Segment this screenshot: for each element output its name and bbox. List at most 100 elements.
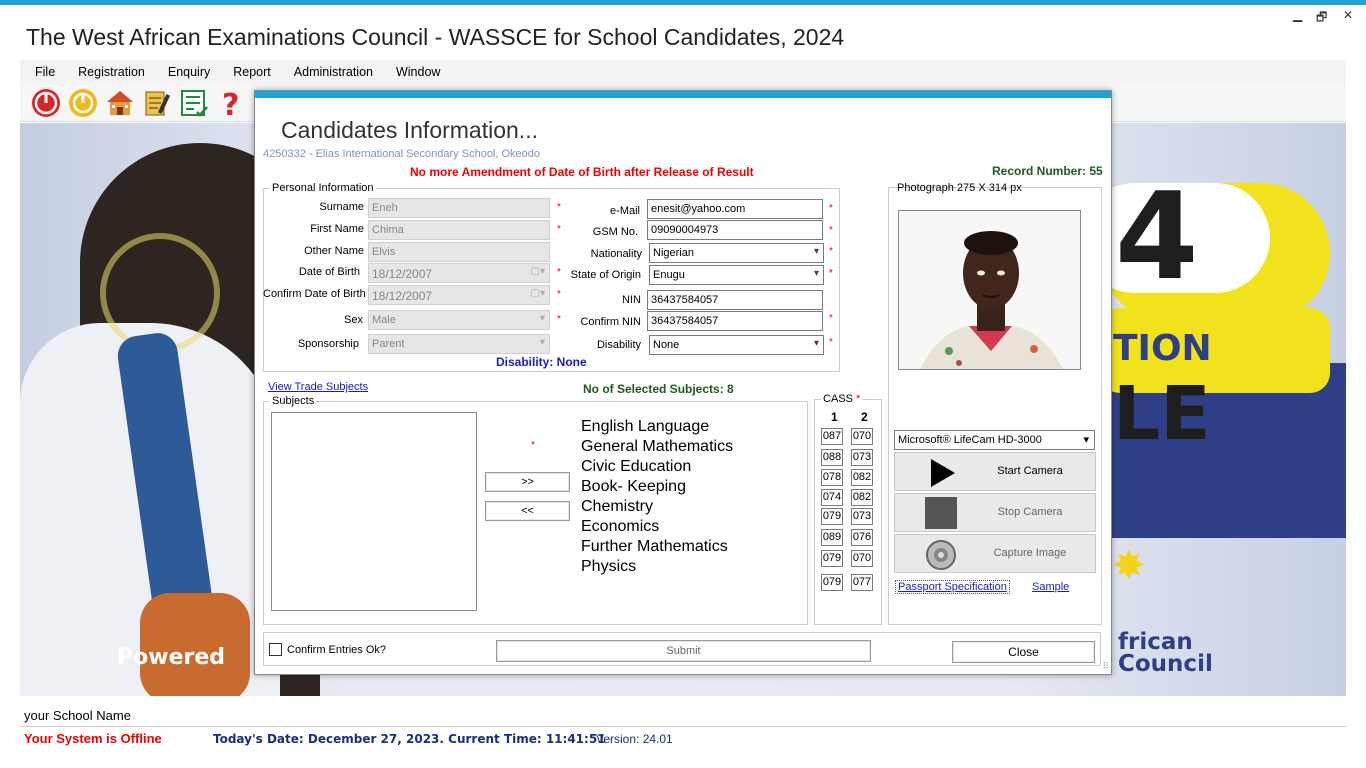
selected-subject[interactable]: English Language [581,417,733,437]
menu-registration[interactable]: Registration [63,65,153,79]
power-icon[interactable] [30,87,62,119]
photograph-label: Photograph 275 X 314 px [897,182,1022,194]
required-marker: * [829,313,833,324]
svg-text:?: ? [222,88,239,118]
start-camera-label: Start Camera [997,465,1063,477]
cass-score-2[interactable]: 077 [851,574,873,591]
confirm-entries[interactable]: Confirm Entries Ok? [269,643,386,656]
surname-field[interactable]: Eneh [368,198,550,218]
required-marker: * [531,440,535,451]
menu-enquiry[interactable]: Enquiry [153,65,218,79]
confirm-nin-field[interactable]: 36437584057 [647,311,823,331]
nationality-value: Nigerian [653,247,694,259]
remove-subject-button[interactable]: << [485,501,570,521]
cass-score-1[interactable]: 089 [821,529,843,546]
window-top-accent [0,0,1366,5]
chevron-down-icon: ▾ [813,268,819,279]
state-label: State of Origin [570,269,641,281]
logoff-icon[interactable] [67,87,99,119]
confirm-entries-checkbox[interactable] [269,643,282,656]
selected-subject[interactable]: General Mathematics [581,437,733,457]
cass-score-1[interactable]: 079 [821,550,843,567]
restore-button[interactable]: 🗗 [1316,8,1327,29]
resize-grip-icon[interactable]: ⠿ [1102,661,1109,672]
cass-score-2[interactable]: 082 [851,489,873,506]
available-subjects-list[interactable] [271,412,477,611]
record-number: Record Number: 55 [992,164,1103,178]
passport-specification-link[interactable]: Passport Specification [895,580,1010,594]
school-name-status: your School Name [24,708,131,723]
menu-file[interactable]: File [20,65,63,79]
sponsorship-select[interactable]: Parent ▾ [368,334,550,354]
cass-score-2[interactable]: 073 [851,449,873,466]
confirm-dob-label: Confirm Date of Birth [263,288,366,300]
personal-information-legend: Personal Information [272,182,374,194]
cass-score-1[interactable]: 079 [821,508,843,525]
selected-subject[interactable]: Physics [581,557,733,577]
cass-score-1[interactable]: 074 [821,489,843,506]
nationality-select[interactable]: Nigerian ▾ [649,243,824,263]
candidates-information-dialog: Candidates Information... 4250332 - Elia… [254,90,1112,675]
nin-field[interactable]: 36437584057 [647,290,823,310]
disability-label: Disability [596,339,641,351]
cass-col1-header: 1 [831,410,838,424]
menu-report[interactable]: Report [218,65,279,79]
view-trade-subjects-link[interactable]: View Trade Subjects [268,381,368,393]
email-field[interactable]: enesit@yahoo.com [647,199,823,219]
dob-picker[interactable]: 18/12/2007 ▢▾ [368,263,550,283]
banner-tion-text: TION [1113,328,1212,369]
help-icon[interactable]: ? [215,87,247,119]
cass-score-2[interactable]: 076 [851,529,873,546]
dialog-top-accent [255,91,1111,98]
add-subject-button[interactable]: >> [485,472,570,492]
banner-council-text: frican Council [1118,631,1213,676]
cass-score-2[interactable]: 070 [851,428,873,445]
capture-image-label: Capture Image [993,547,1067,559]
cass-legend: CASS * [821,393,862,405]
selected-subject[interactable]: Civic Education [581,457,733,477]
required-marker: * [829,225,833,236]
sex-label: Sex [344,314,363,326]
submit-button[interactable]: Submit [496,640,871,662]
capture-image-button[interactable]: Capture Image [894,534,1096,573]
disability-value: None [653,339,680,351]
cass-score-1[interactable]: 087 [821,428,843,445]
close-window-button[interactable]: ✕ [1343,8,1353,22]
cass-legend-text: CASS [823,393,853,405]
selected-subject[interactable]: Book- Keeping [581,477,733,497]
selected-subject[interactable]: Chemistry [581,497,733,517]
cass-score-2[interactable]: 070 [851,550,873,567]
cass-score-1[interactable]: 079 [821,574,843,591]
close-button[interactable]: Close [952,641,1095,663]
status-divider [20,726,1346,727]
app-title: The West African Examinations Council - … [26,24,845,50]
cass-score-1[interactable]: 078 [821,469,843,486]
confirm-dob-picker[interactable]: 18/12/2007 ▢▾ [368,285,550,305]
confirm-dob-value: 18/12/2007 [372,289,433,303]
chevron-down-icon: ▾ [813,246,819,257]
stop-camera-button[interactable]: Stop Camera [894,493,1096,532]
sample-link[interactable]: Sample [1032,581,1069,593]
cass-score-1[interactable]: 088 [821,449,843,466]
selected-subjects-list[interactable]: English Language General Mathematics Civ… [581,417,733,577]
cass-score-2[interactable]: 073 [851,508,873,525]
first-name-field[interactable]: Chima [368,220,550,240]
school-icon[interactable] [104,87,136,119]
edit-form-icon[interactable] [141,87,173,119]
state-select[interactable]: Enugu ▾ [649,265,824,285]
other-name-label: Other Name [304,245,364,257]
camera-select[interactable]: Microsoft® LifeCam HD-3000 ▾ [894,430,1095,450]
selected-subject[interactable]: Economics [581,517,733,537]
other-name-field[interactable]: Elvis [368,242,550,262]
disability-select[interactable]: None ▾ [649,335,824,355]
sex-select[interactable]: Male ▾ [368,310,550,330]
menu-window[interactable]: Window [381,65,448,79]
calendar-icon: ▢▾ [530,266,545,277]
selected-subject[interactable]: Further Mathematics [581,537,733,557]
gsm-field[interactable]: 09090004973 [647,220,823,240]
start-camera-button[interactable]: Start Camera [894,452,1096,491]
minimize-button[interactable]: ▁ [1293,8,1302,22]
checklist-icon[interactable] [178,87,210,119]
menu-administration[interactable]: Administration [279,65,381,79]
cass-score-2[interactable]: 082 [851,469,873,486]
